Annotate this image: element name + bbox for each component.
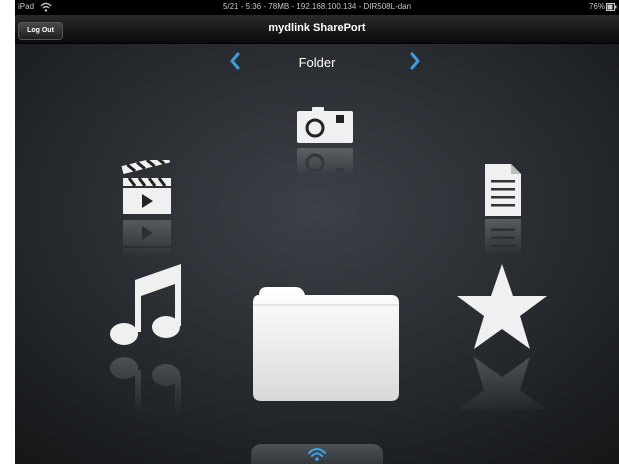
app-screen: iPad 5/21 - 5:36 - 78MB - 192.168.100.13…	[15, 0, 619, 464]
camera-icon	[297, 107, 353, 143]
wifi-icon	[308, 448, 326, 461]
favorites-tile-reflection	[456, 354, 548, 444]
star-icon	[457, 264, 547, 349]
photos-tile-reflection	[295, 147, 355, 187]
documents-tile[interactable]	[483, 164, 523, 216]
navigation-bar: Log Out mydlink SharePort	[15, 15, 619, 44]
status-bar: iPad 5/21 - 5:36 - 78MB - 192.168.100.13…	[15, 0, 619, 15]
favorites-tile[interactable]	[456, 262, 548, 352]
category-title: Folder	[298, 55, 336, 70]
music-tile[interactable]	[107, 260, 187, 350]
wireless-status-tab[interactable]	[251, 444, 383, 464]
clapperboard-icon	[121, 154, 171, 214]
folder-icon	[253, 287, 399, 401]
document-icon	[485, 164, 521, 216]
battery-percentage: 76%	[588, 2, 605, 11]
status-center-info: 5/21 - 5:36 - 78MB - 192.168.100.134 - D…	[222, 2, 412, 11]
next-category-chevron-icon[interactable]	[408, 50, 422, 72]
folder-tile[interactable]	[251, 285, 401, 403]
photos-tile[interactable]	[295, 104, 355, 144]
battery-icon	[606, 3, 617, 11]
music-tile-reflection	[107, 352, 187, 442]
app-title: mydlink SharePort	[268, 22, 366, 34]
music-note-icon	[110, 264, 181, 345]
videos-tile[interactable]	[119, 154, 171, 216]
